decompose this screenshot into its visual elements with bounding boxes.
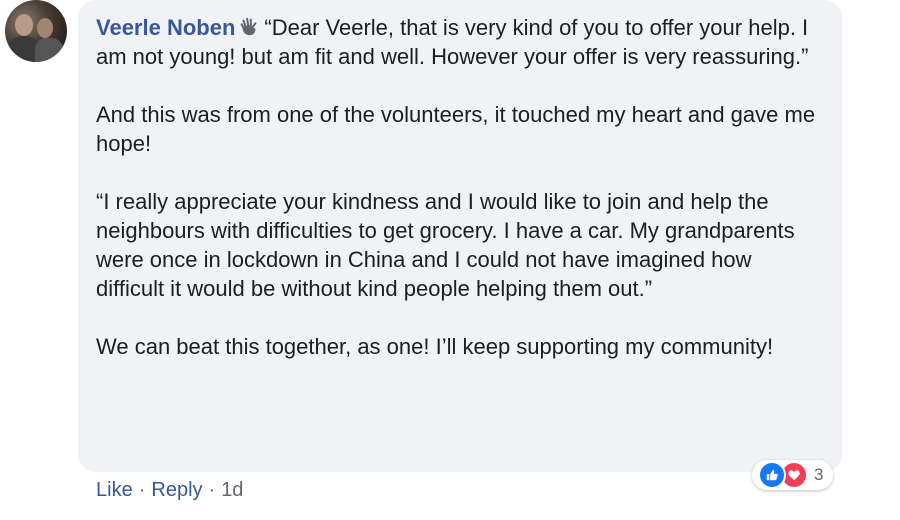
comment-bubble: Veerle Noben “Dear Veerle, that is very k… — [78, 0, 842, 472]
avatar-face-right — [37, 18, 53, 38]
avatar-face-left — [15, 14, 33, 36]
reactions-summary[interactable]: 3 — [752, 460, 834, 490]
waving-hand-icon — [238, 16, 260, 38]
avatar[interactable] — [5, 0, 67, 62]
comment-paragraph-2: And this was from one of the volunteers,… — [96, 102, 816, 156]
separator: · — [138, 479, 146, 501]
comment-actions: Like · Reply · 1d — [96, 476, 243, 504]
timestamp[interactable]: 1d — [221, 479, 243, 501]
like-link[interactable]: Like — [96, 479, 133, 501]
author-name[interactable]: Veerle Noben — [96, 15, 235, 40]
like-icon — [758, 461, 786, 489]
avatar-figure-right — [35, 38, 63, 62]
reaction-count: 3 — [814, 465, 824, 484]
separator: · — [208, 479, 216, 501]
comment-paragraph-3: “I really appreciate your kindness and I… — [96, 189, 795, 301]
reply-link[interactable]: Reply — [151, 479, 202, 501]
comment-paragraph-1: Veerle Noben “Dear Veerle, that is very k… — [96, 13, 824, 71]
comment-paragraph-4: We can beat this together, as one! I’ll … — [96, 334, 774, 359]
